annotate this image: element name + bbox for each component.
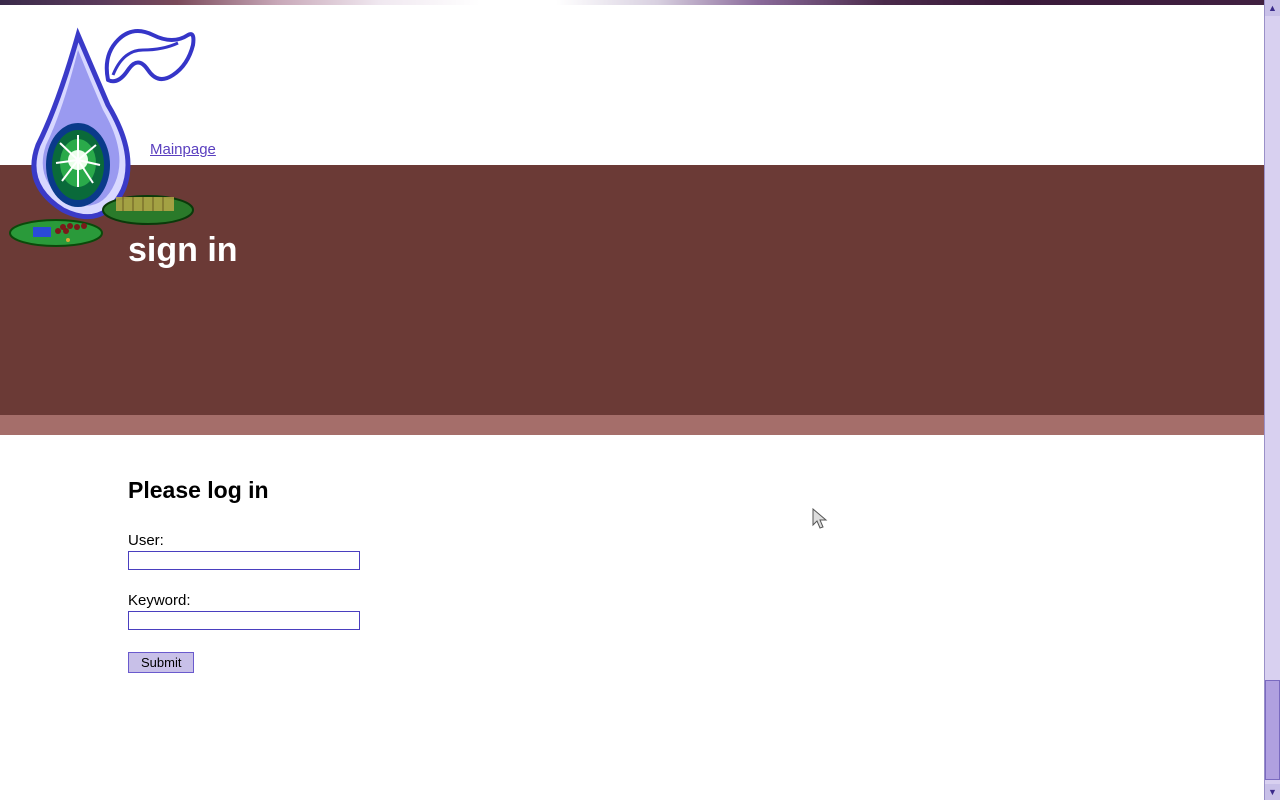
keyword-input[interactable] [128, 611, 360, 630]
scroll-track[interactable] [1265, 16, 1280, 784]
scroll-thumb[interactable] [1265, 680, 1280, 780]
header: Mainpage [0, 5, 1264, 165]
user-input[interactable] [128, 551, 360, 570]
scroll-up-button[interactable]: ▲ [1265, 0, 1280, 16]
user-label: User: [128, 532, 1264, 549]
scroll-down-button[interactable]: ▼ [1265, 784, 1280, 800]
portal-logo [8, 15, 198, 250]
keyword-label: Keyword: [128, 592, 1264, 609]
vertical-scrollbar[interactable]: ▲ ▼ [1264, 0, 1280, 800]
submit-button[interactable]: Submit [128, 652, 194, 673]
login-form: User: Keyword: Submit [128, 532, 1264, 673]
sub-strip [0, 415, 1264, 435]
login-heading: Please log in [128, 477, 1264, 504]
main-content: Please log in User: Keyword: Submit [0, 435, 1264, 673]
